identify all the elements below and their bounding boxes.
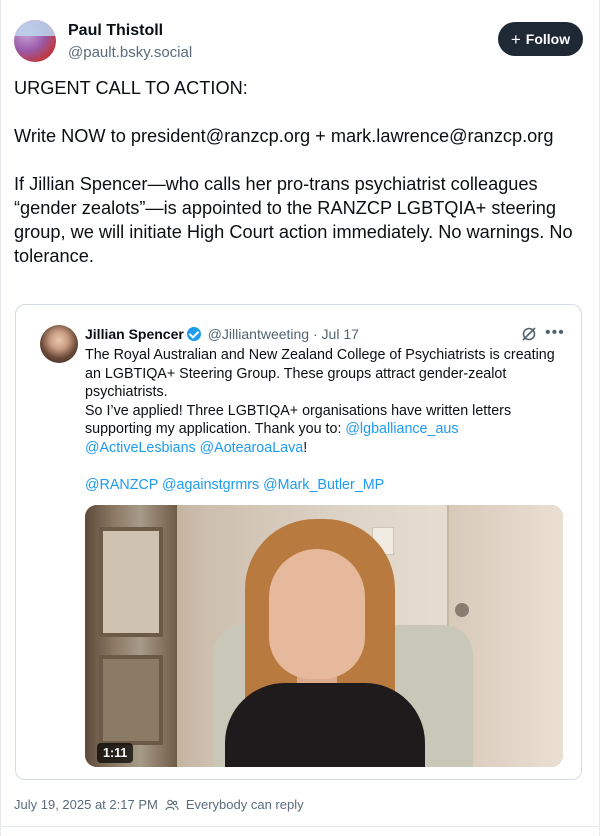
verified-badge-icon <box>186 327 201 341</box>
post-paragraph: If Jillian Spencer—who calls her pro-tra… <box>14 174 573 266</box>
author-avatar[interactable] <box>14 20 56 62</box>
quoted-mentions: @RANZCP @againstgrmrs @Mark_Butler_MP <box>85 476 565 495</box>
quoted-author-avatar[interactable] <box>40 325 78 363</box>
post-paragraph: Write NOW to president@ranzcp.org + mark… <box>14 126 554 146</box>
mention-link[interactable]: @Mark_Butler_MP <box>263 477 384 493</box>
more-icon[interactable]: ••• <box>545 324 565 342</box>
mention-link[interactable]: @againstgrmrs <box>162 477 259 493</box>
divider <box>0 826 600 827</box>
quoted-separator: · <box>312 326 318 342</box>
quoted-post-header: Jillian Spencer @Jilliantweeting · Jul 1… <box>85 326 359 342</box>
author-name[interactable]: Paul Thistoll <box>68 22 163 40</box>
post-timestamp[interactable]: July 19, 2025 at 2:17 PM <box>14 797 158 812</box>
quoted-date[interactable]: Jul 17 <box>322 326 359 342</box>
post-text: URGENT CALL TO ACTION: Write NOW to pres… <box>14 76 589 268</box>
plus-icon: + <box>510 29 521 49</box>
video-duration-badge: 1:11 <box>97 743 134 763</box>
quoted-author-name[interactable]: Jillian Spencer <box>85 326 184 342</box>
mention-link[interactable]: @RANZCP <box>85 477 158 493</box>
quoted-post-text: The Royal Australian and New Zealand Col… <box>85 346 565 494</box>
post-timestamp-row: July 19, 2025 at 2:17 PM Everybody can r… <box>14 797 304 812</box>
quoted-author-handle[interactable]: @Jilliantweeting <box>208 326 309 342</box>
mention-link[interactable]: @lgballiance_aus <box>345 421 458 437</box>
mention-link[interactable]: @ActiveLesbians <box>85 440 196 456</box>
grok-icon[interactable] <box>521 326 537 342</box>
reply-setting[interactable]: Everybody can reply <box>186 797 304 812</box>
video-thumbnail[interactable] <box>85 505 563 767</box>
follow-button[interactable]: + Follow <box>498 22 583 56</box>
mention-link[interactable]: @AotearoaLava <box>200 440 304 456</box>
quoted-paragraph: The Royal Australian and New Zealand Col… <box>85 347 555 400</box>
author-handle[interactable]: @pault.bsky.social <box>68 44 192 61</box>
follow-button-label: Follow <box>525 31 571 47</box>
post-paragraph: URGENT CALL TO ACTION: <box>14 78 248 98</box>
quoted-paragraph: So I’ve applied! Three LGBTIQA+ organisa… <box>85 402 512 456</box>
people-icon <box>165 799 179 810</box>
